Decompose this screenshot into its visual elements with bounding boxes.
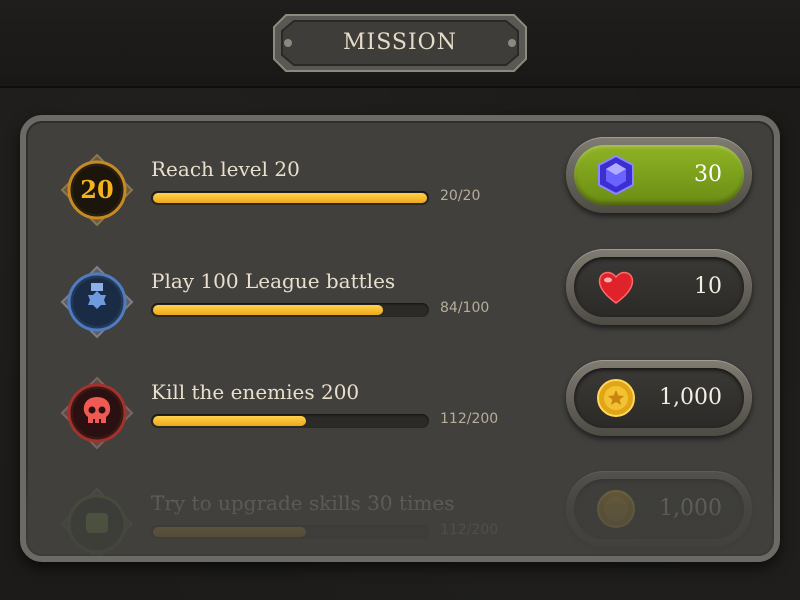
claim-reward-button[interactable]: 30 [566, 137, 752, 213]
title-plaque: MISSION [272, 13, 528, 73]
heart-icon [598, 271, 634, 304]
mission-row: Kill the enemies 200 112/200 1,000 [26, 360, 774, 476]
skull-icon [60, 376, 134, 450]
reward-amount: 1,000 [659, 496, 722, 521]
progress-fill [153, 416, 306, 426]
progress-fill [153, 305, 383, 315]
progress-bar [151, 191, 429, 205]
coin-icon [597, 379, 635, 417]
mission-row: 20 Reach level 20 20/20 30 [26, 137, 774, 253]
gem-icon [598, 154, 634, 196]
level-badge-icon: 20 [60, 153, 134, 227]
reward-button[interactable]: 1,000 [566, 471, 752, 547]
mission-panel: 20 Reach level 20 20/20 30 Play 100 Leag… [20, 115, 780, 562]
progress-fill [153, 527, 306, 537]
progress-fill [153, 193, 427, 203]
reward-button[interactable]: 1,000 [566, 360, 752, 436]
coin-icon [597, 490, 635, 528]
mission-title: Play 100 League battles [151, 269, 396, 293]
mission-title: Try to upgrade skills 30 times [151, 491, 455, 515]
fist-icon [60, 487, 134, 556]
progress-bar [151, 303, 429, 317]
progress-bar [151, 525, 429, 539]
progress-text: 20/20 [440, 188, 481, 204]
reward-amount: 1,000 [659, 385, 722, 410]
mission-row: Play 100 League battles 84/100 10 [26, 249, 774, 365]
page-title: MISSION [343, 30, 457, 55]
mission-title: Reach level 20 [151, 157, 300, 181]
progress-text: 112/200 [440, 522, 499, 538]
progress-text: 112/200 [440, 411, 499, 427]
reward-amount: 10 [694, 274, 722, 299]
medal-icon [60, 265, 134, 339]
reward-amount: 30 [694, 162, 722, 187]
progress-bar [151, 414, 429, 428]
mission-row: Try to upgrade skills 30 times 112/200 1… [26, 471, 774, 556]
badge-level-text: 20 [80, 175, 114, 204]
progress-text: 84/100 [440, 300, 490, 316]
mission-title: Kill the enemies 200 [151, 380, 360, 404]
reward-button[interactable]: 10 [566, 249, 752, 325]
